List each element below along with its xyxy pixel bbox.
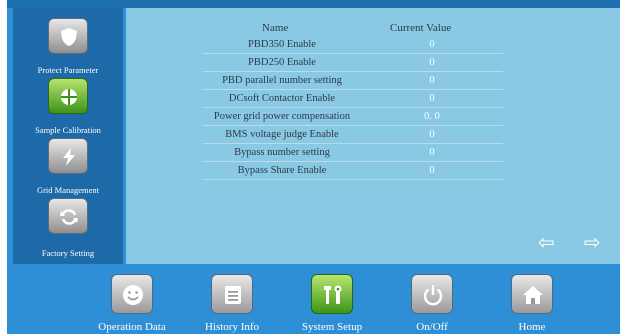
- sidebar-item-label: Factory Setting: [41, 248, 95, 258]
- sidebar-button-protect-parameter[interactable]: [48, 18, 88, 54]
- sidebar-item-label: Protect Parameter: [37, 65, 99, 75]
- arrow-left-icon[interactable]: ⇦: [538, 230, 555, 254]
- document-icon: [225, 286, 241, 304]
- parameter-name: PBD350 Enable: [248, 39, 316, 50]
- parameter-name: DCsoft Contactor Enable: [228, 93, 336, 104]
- target-icon: [61, 89, 77, 105]
- table-row[interactable]: DCsoft Contactor Enable 0: [203, 90, 503, 108]
- sidebar-button-sample-calibration[interactable]: [48, 78, 88, 114]
- sidebar-item-label: Grid Management: [36, 185, 100, 195]
- column-header-name: Name: [262, 22, 289, 34]
- table-row[interactable]: Bypass number setting 0: [203, 144, 503, 162]
- table-row[interactable]: PBD parallel number setting 0: [203, 72, 503, 90]
- parameter-value[interactable]: 0. 0: [361, 111, 503, 122]
- parameter-value[interactable]: 0: [361, 39, 503, 50]
- home-icon: [523, 286, 543, 304]
- tools-icon: [324, 285, 342, 304]
- parameter-name: PBD parallel number setting: [222, 75, 342, 86]
- sidebar-item-label: Sample Calibration: [35, 125, 101, 135]
- system-setup-button[interactable]: [311, 274, 353, 314]
- sidebar: Protect Parameter Sample Calibration Gri…: [13, 8, 123, 264]
- table-row[interactable]: Bypass Share Enable 0: [203, 162, 503, 180]
- parameter-name: Bypass number setting: [234, 147, 330, 158]
- parameter-value[interactable]: 0: [361, 93, 503, 104]
- top-bar: [7, 0, 620, 8]
- nav-label: System Setup: [301, 321, 363, 333]
- refresh-icon: [60, 209, 78, 225]
- parameter-value[interactable]: 0: [361, 75, 503, 86]
- nav-label: On/Off: [416, 321, 448, 333]
- lightning-icon: [63, 148, 75, 166]
- parameter-name: Power grid power compensation: [213, 111, 351, 122]
- nav-label: Operation Data: [98, 321, 166, 333]
- table-row[interactable]: BMS voltage judge Enable 0: [203, 126, 503, 144]
- table-row[interactable]: PBD250 Enable 0: [203, 54, 503, 72]
- parameter-name: PBD250 Enable: [248, 57, 316, 68]
- column-header-current-value: Current Value: [390, 22, 452, 34]
- main-panel: Name Current Value PBD350 Enable 0 PBD25…: [126, 8, 620, 264]
- parameter-value[interactable]: 0: [361, 57, 503, 68]
- parameter-value[interactable]: 0: [361, 165, 503, 176]
- home-button[interactable]: [511, 274, 553, 314]
- parameter-name: Bypass Share Enable: [237, 165, 327, 176]
- on-off-button[interactable]: [411, 274, 453, 314]
- nav-label: Home: [518, 321, 546, 333]
- table-row[interactable]: Power grid power compensation 0. 0: [203, 108, 503, 126]
- sidebar-button-factory-setting[interactable]: [48, 198, 88, 234]
- parameter-value[interactable]: 0: [361, 129, 503, 140]
- nav-label: History Info: [204, 321, 260, 333]
- power-icon: [423, 285, 443, 306]
- bottom-nav: Operation Data History Info System Setup: [7, 264, 620, 334]
- operation-data-button[interactable]: [111, 274, 153, 314]
- sidebar-button-grid-management[interactable]: [48, 138, 88, 174]
- parameter-name: BMS voltage judge Enable: [225, 129, 339, 140]
- arrow-right-icon[interactable]: ⇨: [584, 230, 601, 254]
- smiley-icon: [123, 285, 143, 305]
- parameter-value[interactable]: 0: [361, 147, 503, 158]
- shield-icon: [61, 28, 77, 46]
- table-row[interactable]: PBD350 Enable 0: [203, 36, 503, 54]
- history-info-button[interactable]: [211, 274, 253, 314]
